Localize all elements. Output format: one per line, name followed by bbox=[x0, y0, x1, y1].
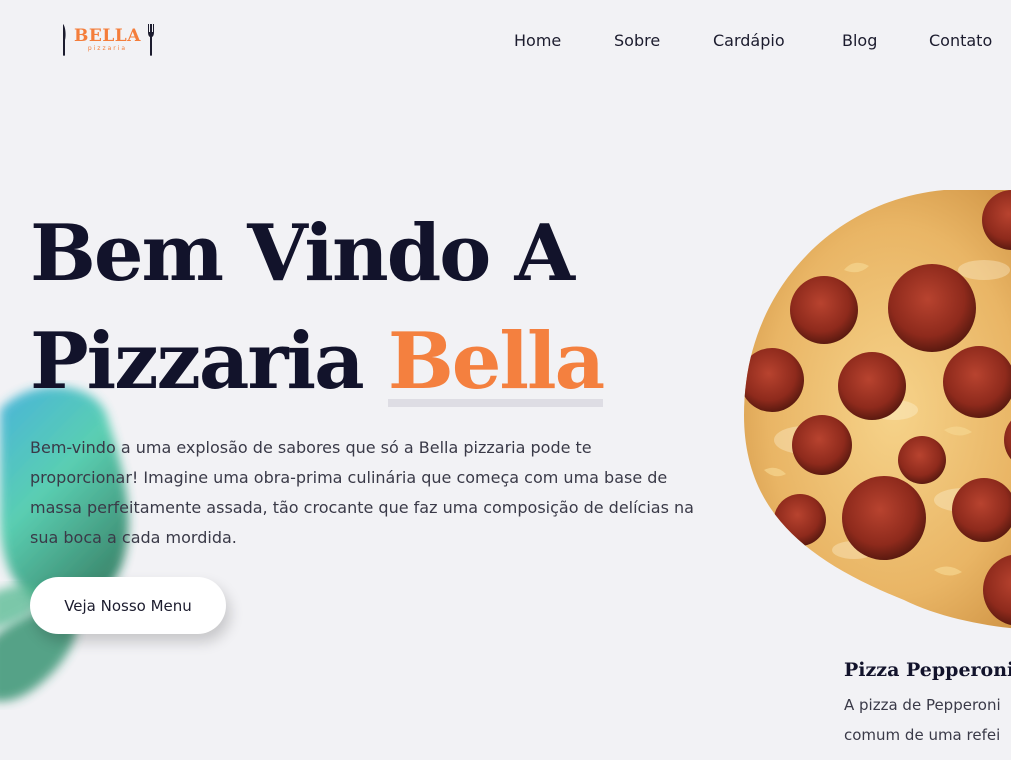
menu-button[interactable]: Veja Nosso Menu bbox=[30, 577, 226, 634]
nav-contato[interactable]: Contato bbox=[929, 31, 992, 50]
nav-blog[interactable]: Blog bbox=[842, 31, 877, 50]
hero-title-accent: Bella bbox=[387, 316, 605, 407]
featured-pizza-description: A pizza de Pepperoni comum de uma refei bbox=[844, 690, 1011, 750]
pizza-pepperoni-image bbox=[744, 190, 1011, 630]
fork-icon bbox=[147, 24, 154, 56]
hero-description: Bem-vindo a uma explosão de sabores que … bbox=[30, 438, 694, 547]
nav-cardapio[interactable]: Cardápio bbox=[713, 31, 785, 50]
nav-sobre[interactable]: Sobre bbox=[614, 31, 660, 50]
hero-title-line1: Bem Vindo A bbox=[30, 208, 575, 299]
brand-tagline: pizzaria bbox=[87, 45, 128, 52]
brand-name: BELLA bbox=[74, 26, 141, 46]
nav-home[interactable]: Home bbox=[514, 31, 561, 50]
featured-desc-line1: A pizza de Pepperoni bbox=[844, 696, 1001, 714]
featured-desc-line2: comum de uma refei bbox=[844, 726, 1001, 744]
knife-icon bbox=[63, 24, 66, 56]
brand-logo[interactable]: BELLA pizzaria bbox=[60, 22, 160, 58]
hero-title: Bem Vindo A Pizzaria Bella bbox=[30, 200, 730, 416]
hero-title-line2: Pizzaria bbox=[30, 316, 388, 407]
featured-pizza-title: Pizza Pepperoni bbox=[844, 659, 1011, 681]
